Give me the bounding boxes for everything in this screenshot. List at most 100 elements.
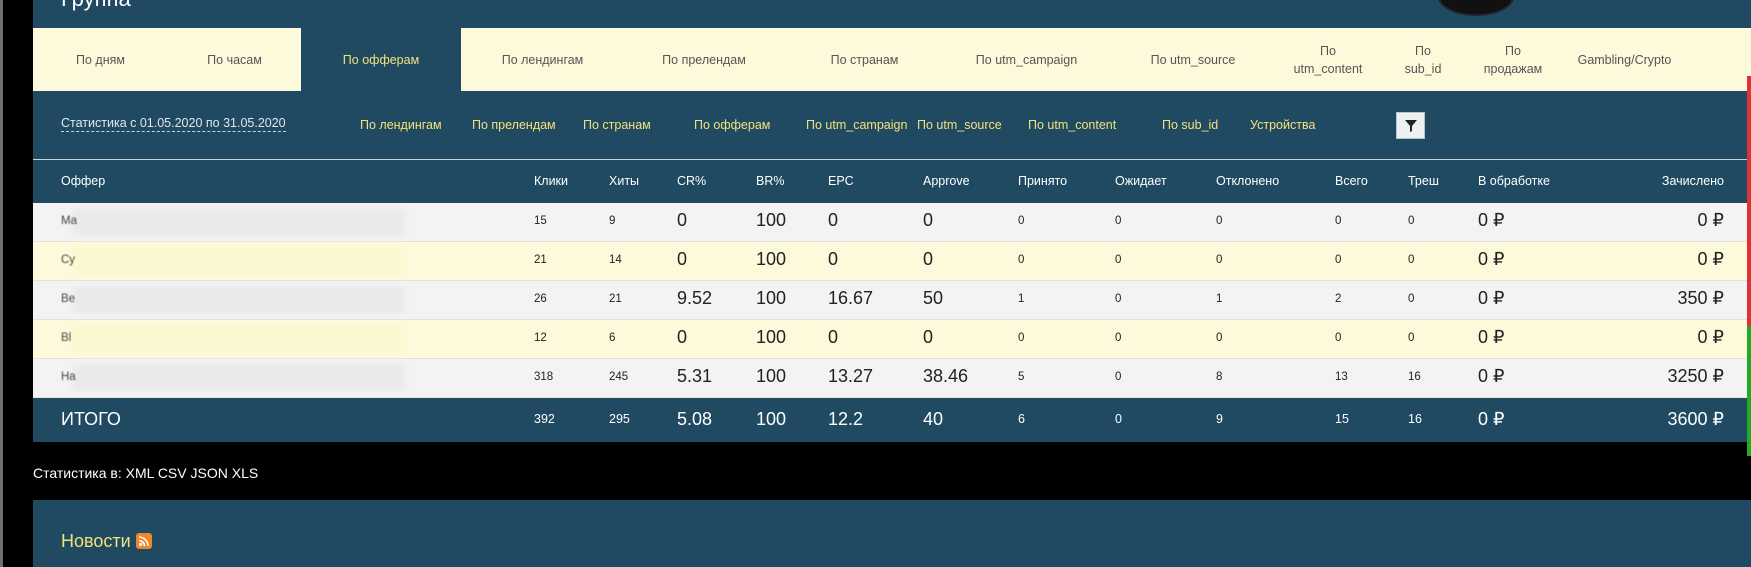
br-value: 100 xyxy=(756,288,787,308)
tab-label: По дням xyxy=(76,52,125,67)
processing-value: 0 ₽ xyxy=(1478,249,1505,269)
col-approve[interactable]: Approve xyxy=(923,174,970,188)
trash-value: 0 xyxy=(1408,254,1415,266)
clicks-value: 12 xyxy=(534,332,547,344)
approve-value: 38.46 xyxy=(923,366,969,386)
col-epc[interactable]: EPC xyxy=(828,174,854,188)
group-link-utm-campaign[interactable]: По utm_campaign xyxy=(806,118,907,132)
news-title-text: Новости xyxy=(61,531,131,551)
hits-value: 6 xyxy=(609,332,616,344)
approve-total: 40 xyxy=(923,409,944,429)
accepted-value: 0 xyxy=(1018,254,1025,266)
group-link-countries[interactable]: По странам xyxy=(583,118,651,132)
period-selector[interactable]: Статистика с 01.05.2020 по 31.05.2020 xyxy=(61,116,286,132)
cr-value: 5.31 xyxy=(677,366,713,386)
processing-value: 0 ₽ xyxy=(1478,327,1505,347)
credited-value: 0 ₽ xyxy=(1697,210,1724,230)
rejected-value: 0 xyxy=(1216,332,1223,344)
tab-by-days[interactable]: По дням xyxy=(33,28,168,91)
group-link-landings[interactable]: По лендингам xyxy=(360,118,442,132)
tab-by-utm-source[interactable]: По utm_source xyxy=(1108,28,1278,91)
processing-value: 0 ₽ xyxy=(1478,210,1505,230)
news-title[interactable]: Новости xyxy=(61,531,152,552)
clicks-total: 392 xyxy=(534,412,555,426)
col-credited[interactable]: Зачислено xyxy=(1662,174,1724,188)
clicks-value: 26 xyxy=(534,293,547,305)
hits-total: 295 xyxy=(609,412,630,426)
pending-value: 0 xyxy=(1115,254,1122,266)
col-accepted[interactable]: Принято xyxy=(1018,174,1067,188)
col-processing[interactable]: В обработке xyxy=(1478,174,1550,188)
accepted-value: 5 xyxy=(1018,371,1025,383)
total-value: 0 xyxy=(1335,332,1342,344)
cr-value: 0 xyxy=(677,327,688,347)
br-value: 100 xyxy=(756,366,787,386)
group-link-utm-content[interactable]: По utm_content xyxy=(1028,118,1116,132)
pending-value: 0 xyxy=(1115,293,1122,305)
tab-by-utm-content[interactable]: По utm_content xyxy=(1278,28,1378,91)
tab-by-sub-id[interactable]: По sub_id xyxy=(1378,28,1468,91)
offer-name[interactable]: Be xyxy=(61,293,75,305)
hits-value: 14 xyxy=(609,254,622,266)
group-link-prelandings[interactable]: По прелендам xyxy=(472,118,556,132)
tab-by-countries[interactable]: По странам xyxy=(784,28,945,91)
col-total[interactable]: Всего xyxy=(1335,174,1368,188)
credited-value: 0 ₽ xyxy=(1697,249,1724,269)
rejected-total: 9 xyxy=(1216,412,1223,426)
offer-name[interactable]: Cy xyxy=(61,254,75,266)
export-json-link[interactable]: JSON xyxy=(191,465,228,481)
offer-name[interactable]: Ha xyxy=(61,371,76,383)
export-xml-link[interactable]: XML xyxy=(126,465,154,481)
col-cr[interactable]: CR% xyxy=(677,174,706,188)
totals-label: ИТОГО xyxy=(61,409,121,429)
export-csv-link[interactable]: CSV xyxy=(158,465,187,481)
tab-by-sales[interactable]: По продажам xyxy=(1468,28,1558,91)
group-link-utm-source[interactable]: По utm_source xyxy=(917,118,1002,132)
group-link-sub-id[interactable]: По sub_id xyxy=(1162,118,1218,132)
col-rejected[interactable]: Отклонено xyxy=(1216,174,1279,188)
export-xls-link[interactable]: XLS xyxy=(232,465,258,481)
table-header: Оффер Клики Хиты CR% BR% EPC Approve При… xyxy=(33,160,1751,203)
tab-by-offers[interactable]: По офферам xyxy=(301,28,461,91)
group-link-offers[interactable]: По офферам xyxy=(694,118,770,132)
hits-value: 245 xyxy=(609,371,629,383)
filter-button[interactable] xyxy=(1396,112,1425,139)
epc-value: 0 xyxy=(828,210,839,230)
processing-value: 0 ₽ xyxy=(1478,366,1505,386)
br-value: 100 xyxy=(756,327,787,347)
rejected-value: 0 xyxy=(1216,215,1223,227)
tab-label: По лендингам xyxy=(501,52,584,67)
tab-by-hours[interactable]: По часам xyxy=(168,28,301,91)
stats-tabs: По дням По часам По офферам По лендингам… xyxy=(33,28,1751,91)
credited-value: 350 ₽ xyxy=(1677,288,1725,308)
pending-value: 0 xyxy=(1115,371,1122,383)
col-pending[interactable]: Ожидает xyxy=(1115,174,1167,188)
rss-icon[interactable] xyxy=(135,533,152,549)
total-value: 0 xyxy=(1335,215,1342,227)
clicks-value: 318 xyxy=(534,371,554,383)
redacted-area xyxy=(73,326,405,352)
col-br[interactable]: BR% xyxy=(756,174,784,188)
processing-value: 0 ₽ xyxy=(1478,288,1505,308)
tab-gambling-crypto[interactable]: Gambling/Crypto xyxy=(1558,28,1691,91)
tab-by-utm-campaign[interactable]: По utm_campaign xyxy=(945,28,1108,91)
export-label: Статистика в: xyxy=(33,465,122,481)
table-row: Bl 12 6 0 100 0 0 0 0 0 0 0 0 ₽ 0 ₽ xyxy=(33,320,1751,359)
hits-value: 21 xyxy=(609,293,622,305)
col-hits[interactable]: Хиты xyxy=(609,174,639,188)
tab-label: По часам xyxy=(207,52,262,67)
col-trash[interactable]: Треш xyxy=(1408,174,1439,188)
group-link-devices[interactable]: Устройства xyxy=(1250,118,1315,132)
col-clicks[interactable]: Клики xyxy=(534,174,568,188)
rejected-value: 0 xyxy=(1216,254,1223,266)
col-offer[interactable]: Оффер xyxy=(61,174,105,188)
page-header: Группа xyxy=(33,0,1751,28)
tab-by-landings[interactable]: По лендингам xyxy=(461,28,624,91)
clicks-value: 15 xyxy=(534,215,547,227)
offer-name[interactable]: Ma xyxy=(61,215,77,227)
accepted-value: 0 xyxy=(1018,332,1025,344)
avatar[interactable] xyxy=(1438,0,1514,16)
table-row: Cy 21 14 0 100 0 0 0 0 0 0 0 0 ₽ 0 ₽ xyxy=(33,242,1751,281)
tab-by-prelandings[interactable]: По прелендам xyxy=(624,28,784,91)
offer-name[interactable]: Bl xyxy=(61,332,71,344)
